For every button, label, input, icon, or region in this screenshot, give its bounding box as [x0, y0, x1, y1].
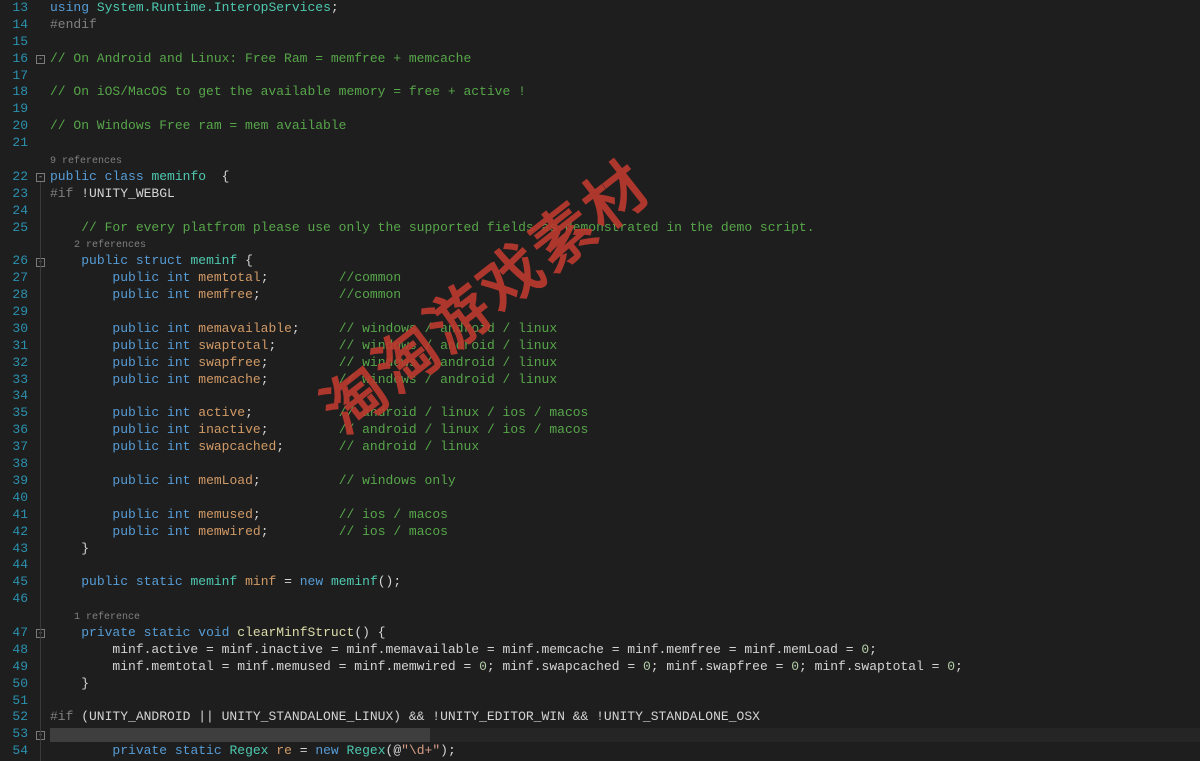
- line-number: 30: [6, 321, 28, 338]
- code-line[interactable]: // On iOS/MacOS to get the available mem…: [50, 84, 1200, 101]
- line-number: 46: [6, 591, 28, 608]
- line-number: 21: [6, 135, 28, 152]
- line-number: 44: [6, 557, 28, 574]
- line-number: 34: [6, 388, 28, 405]
- line-number: 41: [6, 507, 28, 524]
- line-number: 15: [6, 34, 28, 51]
- code-line[interactable]: [50, 557, 1200, 574]
- line-number: 23: [6, 186, 28, 203]
- code-line[interactable]: public struct meminf {: [50, 253, 1200, 270]
- line-number: 13: [6, 0, 28, 17]
- line-number: 31: [6, 338, 28, 355]
- code-line[interactable]: [50, 490, 1200, 507]
- code-line[interactable]: // On Windows Free ram = mem available: [50, 118, 1200, 135]
- code-line[interactable]: }: [50, 541, 1200, 558]
- line-number: 37: [6, 439, 28, 456]
- code-line[interactable]: [50, 68, 1200, 85]
- code-line[interactable]: }: [50, 676, 1200, 693]
- code-line[interactable]: public int active; // android / linux / …: [50, 405, 1200, 422]
- codelens[interactable]: 1 reference: [50, 608, 1200, 625]
- line-number: 40: [6, 490, 28, 507]
- line-number: 53: [6, 726, 28, 743]
- code-line[interactable]: [50, 591, 1200, 608]
- line-number: 22: [6, 169, 28, 186]
- code-line[interactable]: [50, 203, 1200, 220]
- line-number: [6, 608, 28, 625]
- line-number: 18: [6, 84, 28, 101]
- line-number: 45: [6, 574, 28, 591]
- code-line[interactable]: [50, 456, 1200, 473]
- line-number: 25: [6, 220, 28, 237]
- code-line[interactable]: public int memcache; // windows / androi…: [50, 372, 1200, 389]
- code-line[interactable]: public int swapcached; // android / linu…: [50, 439, 1200, 456]
- line-number: 39: [6, 473, 28, 490]
- code-line[interactable]: private static void clearMinfStruct() {: [50, 625, 1200, 642]
- line-number: 43: [6, 541, 28, 558]
- code-line[interactable]: [50, 101, 1200, 118]
- code-line[interactable]: [50, 34, 1200, 51]
- line-number: 29: [6, 304, 28, 321]
- line-number-gutter: 131415161718192021 22232425 26272829303132…: [0, 0, 32, 742]
- code-line[interactable]: public int memtotal; //common: [50, 270, 1200, 287]
- line-number: [6, 152, 28, 169]
- line-number: 42: [6, 524, 28, 541]
- line-number: 19: [6, 101, 28, 118]
- code-line[interactable]: public int swapfree; // windows / androi…: [50, 355, 1200, 372]
- horizontal-scrollbar-thumb[interactable]: [50, 728, 430, 742]
- line-number: 33: [6, 372, 28, 389]
- code-line[interactable]: // For every platfrom please use only th…: [50, 220, 1200, 237]
- code-line[interactable]: [50, 135, 1200, 152]
- line-number: 38: [6, 456, 28, 473]
- fold-toggle-icon[interactable]: -: [36, 55, 45, 64]
- line-number: 27: [6, 270, 28, 287]
- code-line[interactable]: public int memwired; // ios / macos: [50, 524, 1200, 541]
- code-line[interactable]: #endif: [50, 17, 1200, 34]
- code-line[interactable]: public int memused; // ios / macos: [50, 507, 1200, 524]
- line-number: 52: [6, 709, 28, 726]
- code-line[interactable]: public class meminfo {: [50, 169, 1200, 186]
- code-area[interactable]: using System.Runtime.InteropServices;#en…: [50, 0, 1200, 742]
- line-number: 20: [6, 118, 28, 135]
- code-line[interactable]: public static meminf minf = new meminf()…: [50, 574, 1200, 591]
- line-number: 24: [6, 203, 28, 220]
- code-line[interactable]: minf.active = minf.inactive = minf.memav…: [50, 642, 1200, 659]
- line-number: 47: [6, 625, 28, 642]
- code-line[interactable]: [50, 388, 1200, 405]
- line-number: 14: [6, 17, 28, 34]
- code-line[interactable]: minf.memtotal = minf.memused = minf.memw…: [50, 659, 1200, 676]
- codelens[interactable]: 9 references: [50, 152, 1200, 169]
- code-line[interactable]: #if !UNITY_WEBGL: [50, 186, 1200, 203]
- line-number: 32: [6, 355, 28, 372]
- codelens[interactable]: 2 references: [50, 236, 1200, 253]
- code-editor[interactable]: 131415161718192021 22232425 26272829303132…: [0, 0, 1200, 742]
- line-number: 16: [6, 51, 28, 68]
- fold-toggle-icon[interactable]: -: [36, 173, 45, 182]
- line-number: 54: [6, 743, 28, 760]
- line-number: 50: [6, 676, 28, 693]
- line-number: 36: [6, 422, 28, 439]
- fold-column: -----: [32, 0, 50, 742]
- code-line[interactable]: [50, 693, 1200, 710]
- line-number: 49: [6, 659, 28, 676]
- code-line[interactable]: private static Regex re = new Regex(@"\d…: [50, 743, 1200, 760]
- code-line[interactable]: public int memLoad; // windows only: [50, 473, 1200, 490]
- code-line[interactable]: public int memfree; //common: [50, 287, 1200, 304]
- code-line[interactable]: public int memavailable; // windows / an…: [50, 321, 1200, 338]
- code-line[interactable]: public int inactive; // android / linux …: [50, 422, 1200, 439]
- line-number: 48: [6, 642, 28, 659]
- line-number: [6, 236, 28, 253]
- line-number: 26: [6, 253, 28, 270]
- code-line[interactable]: public int swaptotal; // windows / andro…: [50, 338, 1200, 355]
- code-line[interactable]: #if (UNITY_ANDROID || UNITY_STANDALONE_L…: [50, 709, 1200, 726]
- code-line[interactable]: // On Android and Linux: Free Ram = memf…: [50, 51, 1200, 68]
- line-number: 28: [6, 287, 28, 304]
- horizontal-scrollbar[interactable]: [50, 728, 1200, 742]
- line-number: 17: [6, 68, 28, 85]
- code-line[interactable]: [50, 304, 1200, 321]
- line-number: 35: [6, 405, 28, 422]
- line-number: 51: [6, 693, 28, 710]
- code-line[interactable]: using System.Runtime.InteropServices;: [50, 0, 1200, 17]
